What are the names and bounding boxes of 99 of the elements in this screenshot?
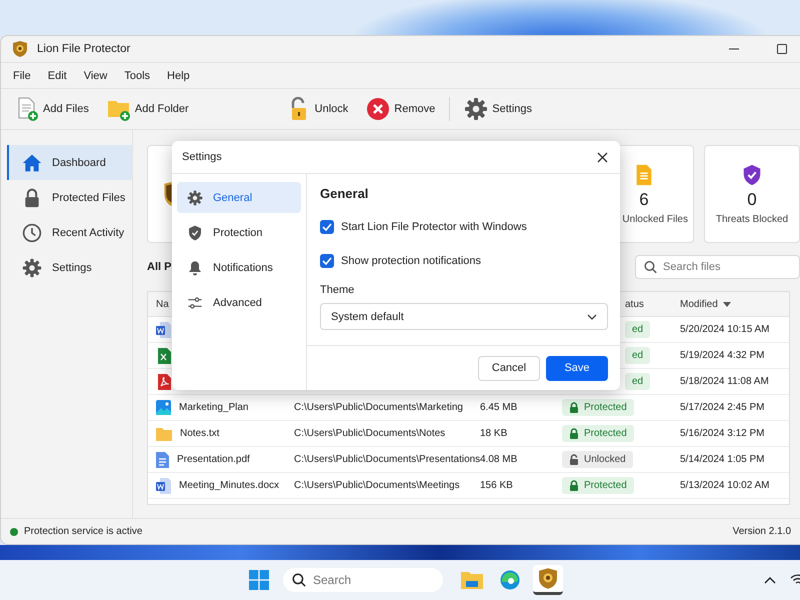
sidebar-item[interactable]: Dashboard xyxy=(7,145,132,180)
file-path: C:\Users\Public\Documents\Marketing xyxy=(294,402,463,413)
word-file-icon xyxy=(156,478,171,494)
checkbox[interactable] xyxy=(320,254,334,268)
file-name: Presentation.pdf xyxy=(177,454,250,465)
toolbar-button[interactable]: Remove xyxy=(362,94,440,124)
open-padlock-icon xyxy=(569,454,579,465)
table-row[interactable]: Presentation.pdf C:\Users\Public\Documents\Presentations4.08 MB Unlocked 5/14/2024 1:05 PM xyxy=(148,447,789,473)
status-badge: Protected xyxy=(562,425,634,442)
dialog-title: Settings xyxy=(182,151,222,163)
sidebar-item[interactable]: Settings xyxy=(7,250,132,285)
checkbox-label: Start Lion File Protector with Windows xyxy=(341,221,527,233)
status-text: Protection service is active xyxy=(24,526,142,537)
maximize-icon[interactable] xyxy=(776,43,788,55)
remove-icon xyxy=(366,97,390,121)
field-label: Theme xyxy=(320,284,356,296)
padlock-icon xyxy=(569,402,579,413)
shield-check-icon xyxy=(741,164,763,186)
version-text: Version 2.1.0 xyxy=(732,526,791,537)
toolbar-button[interactable]: Add Files xyxy=(11,94,93,124)
browser-icon xyxy=(500,570,520,590)
column-header[interactable]: Modified xyxy=(670,298,789,310)
sliders-icon xyxy=(187,294,203,310)
windows-logo-icon[interactable] xyxy=(249,570,269,590)
folder-icon xyxy=(156,426,172,440)
stat-value: 6 xyxy=(639,190,649,210)
table-row[interactable]: Meeting_Minutes.docx C:\Users\Public\Documents\Meetings 156 KB Protected 5/13/2024 10:02 AM xyxy=(148,473,789,499)
stat-label: Unlocked Files xyxy=(622,214,688,224)
sidebar-item[interactable]: Recent Activity xyxy=(7,215,132,250)
bell-icon xyxy=(187,260,203,276)
modified-date: 5/16/2024 3:12 PM xyxy=(680,428,765,439)
status-badge: ed xyxy=(625,347,650,364)
settings-nav-item[interactable]: Protection xyxy=(177,217,301,248)
image-file-icon xyxy=(156,400,171,415)
file-size: 4.08 MB xyxy=(480,454,518,465)
toolbar-button[interactable]: Add Folder xyxy=(102,94,193,124)
stat-label: Threats Blocked xyxy=(716,214,788,224)
sidebar-item[interactable]: Protected Files xyxy=(7,180,132,215)
taskbar-search-field[interactable]: Search xyxy=(283,568,443,592)
clock-icon xyxy=(22,222,42,242)
menu-item[interactable]: File xyxy=(13,70,31,82)
modified-date: 5/13/2024 10:02 AM xyxy=(680,480,770,491)
file-path: C:\Users\Public\Documents\Meetings xyxy=(294,480,460,491)
status-badge: Unlocked xyxy=(562,451,633,468)
lion-shield-icon xyxy=(539,568,557,589)
chevron-down-icon xyxy=(587,314,597,320)
chevron-up-icon[interactable] xyxy=(764,576,776,584)
menu-item[interactable]: Tools xyxy=(124,70,150,82)
file-path: C:\Users\Public\Documents\Presentations xyxy=(294,454,480,465)
file-name: Marketing_Plan xyxy=(179,402,248,413)
table-row[interactable]: Notes.txt C:\Users\Public\Documents\Notes 18 KB Protected 5/16/2024 3:12 PM xyxy=(148,421,789,447)
cancel-button[interactable]: Cancel xyxy=(478,356,540,380)
theme-dropdown[interactable]: System default xyxy=(320,303,608,330)
section-title: All P xyxy=(147,261,172,273)
stat-value: 0 xyxy=(747,190,757,210)
search-icon xyxy=(292,573,306,587)
modified-date: 5/19/2024 4:32 PM xyxy=(680,350,765,361)
settings-nav-item[interactable]: Notifications xyxy=(177,252,301,283)
search-field[interactable]: Search files xyxy=(635,255,800,279)
search-icon xyxy=(644,260,657,274)
menu-item[interactable]: View xyxy=(84,70,108,82)
status-badge: ed xyxy=(625,321,650,338)
settings-nav-item[interactable]: Advanced xyxy=(177,287,301,318)
padlock-icon xyxy=(569,428,579,439)
modified-date: 5/17/2024 2:45 PM xyxy=(680,402,765,413)
status-badge: Protected xyxy=(562,399,634,416)
padlock-icon xyxy=(569,480,579,491)
table-row[interactable]: Marketing_Plan C:\Users\Public\Documents\Marketing 6.45 MB Protected 5/17/2024 2:45 PM xyxy=(148,395,789,421)
file-size: 6.45 MB xyxy=(480,402,518,413)
status-badge: Protected xyxy=(562,477,634,494)
folder-icon xyxy=(461,571,483,589)
toolbar-button[interactable]: Settings xyxy=(460,94,536,124)
window-title: Lion File Protector xyxy=(37,43,130,55)
save-button[interactable]: Save xyxy=(546,356,608,380)
home-icon xyxy=(22,152,42,172)
document-icon xyxy=(156,452,169,468)
checkbox[interactable] xyxy=(320,220,334,234)
settings-icon xyxy=(187,190,203,206)
toolbar-button[interactable]: Unlock xyxy=(282,94,352,124)
settings-icon xyxy=(464,97,488,121)
status-badge: ed xyxy=(625,373,650,390)
settings-nav-item[interactable]: General xyxy=(177,182,301,213)
taskbar-app-button[interactable] xyxy=(533,565,563,595)
modified-date: 5/20/2024 10:15 AM xyxy=(680,324,770,335)
settings-heading: General xyxy=(320,186,370,201)
file-name: Meeting_Minutes.docx xyxy=(179,480,280,491)
file-path: C:\Users\Public\Documents\Notes xyxy=(294,428,446,439)
menu-item[interactable]: Help xyxy=(167,70,190,82)
lion-shield-icon xyxy=(13,41,27,57)
modified-date: 5/14/2024 1:05 PM xyxy=(680,454,765,465)
modified-date: 5/18/2024 11:08 AM xyxy=(680,376,769,387)
shield-check-icon xyxy=(187,224,203,240)
file-size: 156 KB xyxy=(480,480,513,491)
file-name: Notes.txt xyxy=(180,428,220,439)
file-size: 18 KB xyxy=(480,428,508,439)
checkbox-label: Show protection notifications xyxy=(341,255,482,267)
menu-item[interactable]: Edit xyxy=(48,70,67,82)
close-icon[interactable] xyxy=(597,152,608,162)
shield-icon xyxy=(162,182,174,206)
